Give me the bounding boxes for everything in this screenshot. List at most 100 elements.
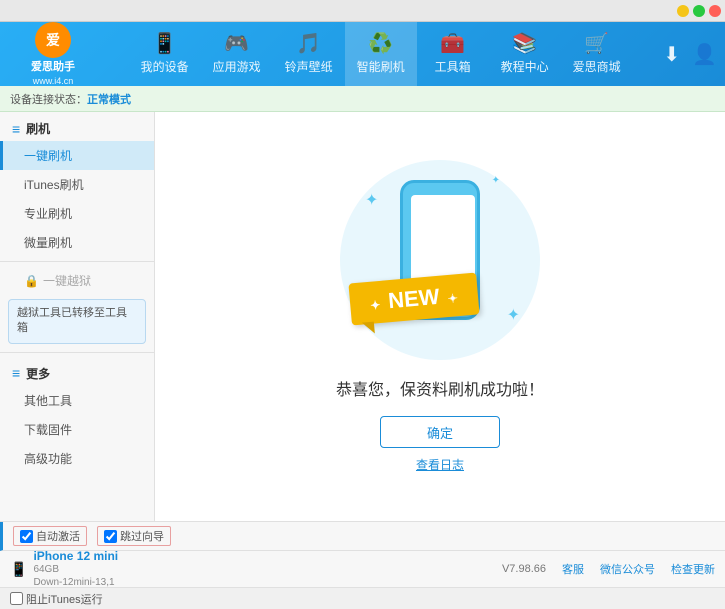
tutorials-icon: 📚 [512,34,537,54]
connection-bar: 设备连接状态： 正常模式 [0,86,725,112]
auto-activate-input[interactable] [20,530,33,543]
device-icon: 📱 [10,561,27,578]
my-device-icon: 📱 [152,34,177,54]
more-section-icon: ≡ [12,365,20,381]
nav-apps-games[interactable]: 🎮 应用游戏 [201,22,273,86]
title-bar [0,0,725,22]
device-status-row: 📱 iPhone 12 mini 64GB Down-12mini-13,1 V… [0,551,725,587]
sidebar-section-flash: ≡ 刷机 [0,112,154,141]
nav-ringtones-label: 铃声壁纸 [285,58,333,75]
nav-official-store[interactable]: 🛒 爱思商城 [561,22,633,86]
auto-activate-label: 自动激活 [36,528,80,544]
sparkle-bottom-right: ✦ [507,305,520,325]
nav-bar: 📱 我的设备 🎮 应用游戏 🎵 铃声壁纸 ♻️ 智能刷机 🧰 工具箱 📚 教程中… [98,22,663,86]
smart-flash-icon: ♻️ [368,34,393,54]
checkboxes-group: 自动激活 跳过向导 [13,526,171,546]
sidebar-item-advanced[interactable]: 高级功能 [0,444,154,473]
advanced-label: 高级功能 [24,452,72,466]
sidebar-item-download-firmware[interactable]: 下载固件 [0,415,154,444]
nav-my-device[interactable]: 📱 我的设备 [129,22,201,86]
nav-apps-games-label: 应用游戏 [213,58,261,75]
confirm-button[interactable]: 确定 [380,416,500,448]
sparkle-top-right: ✦ [492,175,500,186]
nav-ringtones[interactable]: 🎵 铃声壁纸 [273,22,345,86]
nav-toolbox-label: 工具箱 [435,58,471,75]
close-button[interactable] [709,5,721,17]
window-controls [677,5,721,17]
header: 爱 爱思助手 www.i4.cn 📱 我的设备 🎮 应用游戏 🎵 铃声壁纸 ♻️… [0,22,725,86]
divider-2 [0,352,154,353]
device-firmware: Down-12mini-13,1 [33,576,118,589]
micro-flash-label: 微量刷机 [24,236,72,250]
sparkle-top-left: ✦ [365,190,378,210]
sidebar-item-one-key-flash[interactable]: 一键刷机 [0,141,154,170]
jailbreak-info-text: 越狱工具已转移至工具箱 [17,307,127,334]
ringtones-icon: 🎵 [296,34,321,54]
device-storage: 64GB [33,563,118,576]
checkbox-row: 自动激活 跳过向导 [0,522,725,551]
content-area: ✦ ✦ ✦ ✦ NEW ✦ 恭喜您，保资料刷机成功啦！ 确定 查看日志 [155,112,725,521]
nav-smart-flash-label: 智能刷机 [357,58,405,75]
phone-illustration: ✦ ✦ ✦ ✦ NEW ✦ [340,160,540,360]
skip-guide-input[interactable] [104,530,117,543]
nav-smart-flash[interactable]: ♻️ 智能刷机 [345,22,417,86]
sidebar-section-more: ≡ 更多 [0,357,154,386]
user-button[interactable]: 👤 [692,42,717,67]
wechat-link[interactable]: 微信公众号 [600,561,655,577]
header-right: ⬇ 👤 [663,42,717,67]
brand-name: 爱思助手 [31,58,75,74]
flash-section-icon: ≡ [12,121,20,137]
itunes-flash-label: iTunes刷机 [24,178,84,192]
customer-service-link[interactable]: 客服 [562,561,584,577]
maximize-button[interactable] [693,5,705,17]
nav-tutorials-label: 教程中心 [501,58,549,75]
stop-itunes-input[interactable] [10,592,23,605]
logo-icon: 爱 [35,22,71,58]
bottom-area: 自动激活 跳过向导 📱 iPhone 12 mini 64GB Down-12m… [0,521,725,609]
stop-itunes-bar: 阻止iTunes运行 [0,587,725,609]
toolbox-icon: 🧰 [440,34,465,54]
more-section-label: 更多 [26,365,50,382]
minimize-button[interactable] [677,5,689,17]
new-badge-text: NEW [387,284,440,313]
statusbar-right: V7.98.66 客服 微信公众号 检查更新 [502,561,715,577]
jailbreak-label: 一键越狱 [43,272,91,289]
success-message: 恭喜您，保资料刷机成功啦！ [336,376,544,400]
logo-area[interactable]: 爱 爱思助手 www.i4.cn [8,22,98,86]
nav-toolbox[interactable]: 🧰 工具箱 [417,22,489,86]
new-badge-star-right: ✦ [447,291,458,306]
sidebar-item-other-tools[interactable]: 其他工具 [0,386,154,415]
stop-itunes-label: 阻止iTunes运行 [26,591,103,607]
nav-tutorials[interactable]: 📚 教程中心 [489,22,561,86]
apps-games-icon: 🎮 [224,34,249,54]
back-link[interactable]: 查看日志 [416,456,464,473]
sidebar-item-itunes-flash[interactable]: iTunes刷机 [0,170,154,199]
sidebar-section-jailbreak: 🔒 一键越狱 [0,266,154,295]
device-info: 📱 iPhone 12 mini 64GB Down-12mini-13,1 [10,549,118,589]
pro-flash-label: 专业刷机 [24,207,72,221]
divider-1 [0,261,154,262]
other-tools-label: 其他工具 [24,394,72,408]
skip-guide-checkbox[interactable]: 跳过向导 [97,526,171,546]
sidebar-item-micro-flash[interactable]: 微量刷机 [0,228,154,257]
official-store-icon: 🛒 [584,34,609,54]
auto-activate-checkbox[interactable]: 自动激活 [13,526,87,546]
download-firmware-label: 下载固件 [24,423,72,437]
connection-status: 正常模式 [87,91,131,107]
one-key-flash-label: 一键刷机 [24,149,72,163]
skip-guide-label: 跳过向导 [120,528,164,544]
sidebar: ≡ 刷机 一键刷机 iTunes刷机 专业刷机 微量刷机 🔒 一键越狱 越狱工具… [0,112,155,521]
download-button[interactable]: ⬇ [663,42,680,67]
check-update-link[interactable]: 检查更新 [671,561,715,577]
jailbreak-info: 越狱工具已转移至工具箱 [8,299,146,344]
device-name: iPhone 12 mini [33,549,118,563]
flash-section-label: 刷机 [26,120,50,137]
sidebar-item-pro-flash[interactable]: 专业刷机 [0,199,154,228]
stop-itunes-checkbox[interactable]: 阻止iTunes运行 [10,591,103,607]
connection-label: 设备连接状态： [10,91,87,107]
nav-official-store-label: 爱思商城 [573,58,621,75]
brand-site: www.i4.cn [33,76,74,86]
new-badge-star-left: ✦ [370,298,381,313]
version-text: V7.98.66 [502,563,546,575]
main-area: ≡ 刷机 一键刷机 iTunes刷机 专业刷机 微量刷机 🔒 一键越狱 越狱工具… [0,112,725,521]
